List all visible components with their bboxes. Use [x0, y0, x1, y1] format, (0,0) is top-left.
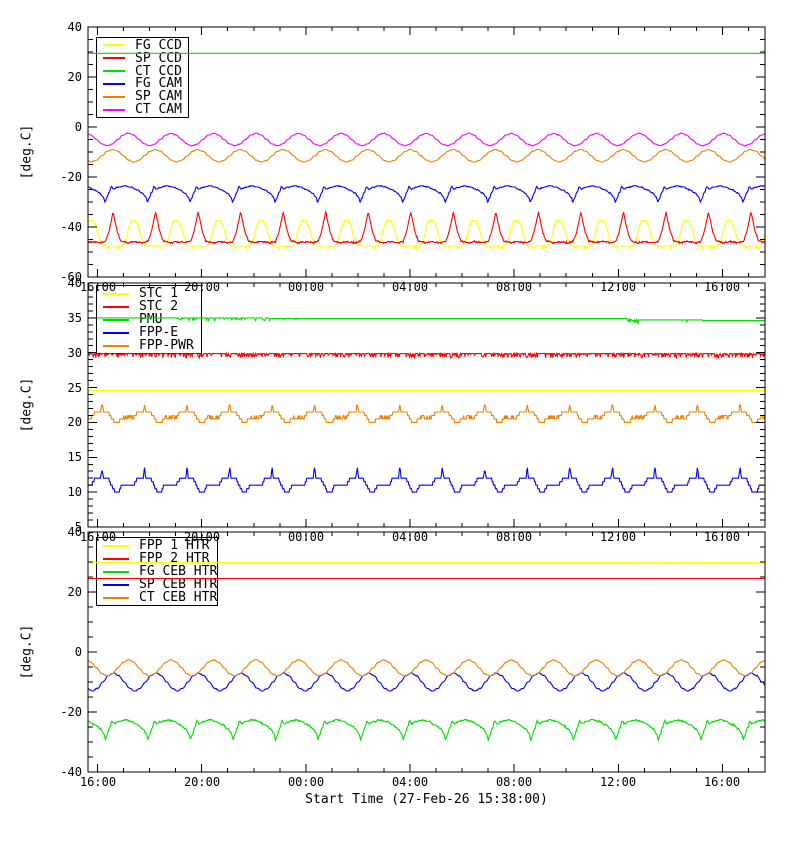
legend-line-sample	[103, 583, 129, 586]
y-axis-title-panel2: [deg.C]	[19, 377, 35, 433]
y-tick-label: 40	[67, 276, 82, 290]
legend-label: FG CCD	[135, 37, 182, 53]
series-fpp-pwr	[88, 404, 765, 423]
legend-line-sample	[103, 557, 129, 560]
x-tick-label: 12:00	[599, 280, 637, 294]
y-tick-label: 15	[67, 450, 82, 464]
legend-line-sample	[103, 344, 129, 347]
y-tick-label: 5	[74, 520, 82, 534]
y-tick-label: -40	[60, 220, 82, 234]
legend-line-sample	[103, 305, 129, 308]
legend-panel2: STC 1 STC 2 PMU FPP-E FPP-PWR	[96, 285, 202, 354]
legend-line-sample	[103, 82, 125, 85]
telemetry-temperature-figure: FG CCD SP CCD CT CCD FG CAM SP CAM CT CAM STC …	[0, 0, 800, 850]
y-tick-label: 30	[67, 346, 82, 360]
x-axis-title: Start Time (27-Feb-26 15:38:00)	[305, 792, 548, 807]
legend-line-sample	[103, 318, 129, 321]
series-sp-ccd	[88, 209, 765, 245]
x-tick-label: 12:00	[599, 530, 637, 544]
legend-entry: CT CAM	[97, 103, 188, 116]
x-tick-label: 08:00	[495, 775, 533, 789]
legend-entry: FPP-PWR	[97, 339, 201, 352]
y-tick-label: -20	[60, 170, 82, 184]
legend-panel3: FPP 1 HTR FPP 2 HTR FG CEB HTR SP CEB HTR CT…	[96, 537, 218, 606]
x-tick-label: 04:00	[391, 775, 429, 789]
y-tick-label: 40	[67, 20, 82, 34]
legend-label: CT CAM	[135, 102, 182, 118]
legend-line-sample	[103, 70, 125, 73]
x-tick-label: 08:00	[495, 280, 533, 294]
x-tick-label: 08:00	[495, 530, 533, 544]
legend-line-sample	[103, 95, 125, 98]
legend-panel1: FG CCD SP CCD CT CCD FG CAM SP CAM CT CAM	[96, 37, 189, 118]
y-tick-label: 25	[67, 381, 82, 395]
series-fg-ccd	[88, 219, 765, 250]
legend-entry: FG CCD	[97, 39, 188, 52]
series-sp-ceb-htr	[88, 672, 765, 692]
legend-entry: SP CCD	[97, 52, 188, 65]
series-fg-cam	[88, 185, 765, 204]
legend-label: CT CEB HTR	[139, 590, 218, 605]
y-tick-label: 0	[74, 645, 82, 659]
y-tick-label: 20	[67, 415, 82, 429]
x-tick-label: 16:00	[703, 280, 741, 294]
series-ct-ceb-htr	[88, 659, 765, 677]
x-tick-label: 00:00	[287, 280, 325, 294]
legend-label: SP CCD	[135, 50, 182, 66]
legend-line-sample	[103, 570, 129, 573]
y-tick-label: 10	[67, 485, 82, 499]
legend-label: FPP-PWR	[139, 338, 194, 353]
y-tick-label: 40	[67, 525, 82, 539]
x-tick-label: 16:00	[703, 530, 741, 544]
series-sp-cam	[88, 148, 765, 163]
y-tick-label: -60	[60, 270, 82, 284]
legend-entry: CT CEB HTR	[97, 591, 217, 604]
y-tick-label: -20	[60, 705, 82, 719]
x-tick-label: 04:00	[391, 530, 429, 544]
legend-line-sample	[103, 57, 125, 60]
plot-canvas	[87, 26, 766, 773]
x-tick-label: 20:00	[183, 775, 221, 789]
panel-frame	[87, 26, 766, 278]
axis-labels-layer: [deg.C] [deg.C] [deg.C] Start Time (27-F…	[0, 0, 800, 850]
y-tick-label: -40	[60, 765, 82, 779]
y-tick-label: 20	[67, 70, 82, 84]
legend-line-sample	[103, 44, 125, 47]
legend-line-sample	[103, 108, 125, 111]
series-stc-2	[88, 351, 765, 360]
x-tick-label: 00:00	[287, 775, 325, 789]
y-axis-title-panel3: [deg.C]	[19, 624, 35, 680]
legend-line-sample	[103, 331, 129, 334]
y-tick-label: 0	[74, 120, 82, 134]
series-ct-cam	[88, 132, 765, 147]
series-fpp-e	[88, 467, 765, 493]
legend-line-sample	[103, 292, 129, 295]
x-tick-label: 00:00	[287, 530, 325, 544]
legend-line-sample	[103, 596, 129, 599]
x-tick-label: 16:00	[703, 775, 741, 789]
y-tick-label: 20	[67, 585, 82, 599]
y-tick-label: 35	[67, 311, 82, 325]
x-tick-label: 16:00	[79, 775, 117, 789]
series-fg-ceb-htr	[88, 718, 765, 743]
x-tick-label: 04:00	[391, 280, 429, 294]
legend-line-sample	[103, 544, 129, 547]
x-tick-label: 12:00	[599, 775, 637, 789]
y-axis-title-panel1: [deg.C]	[19, 124, 35, 180]
